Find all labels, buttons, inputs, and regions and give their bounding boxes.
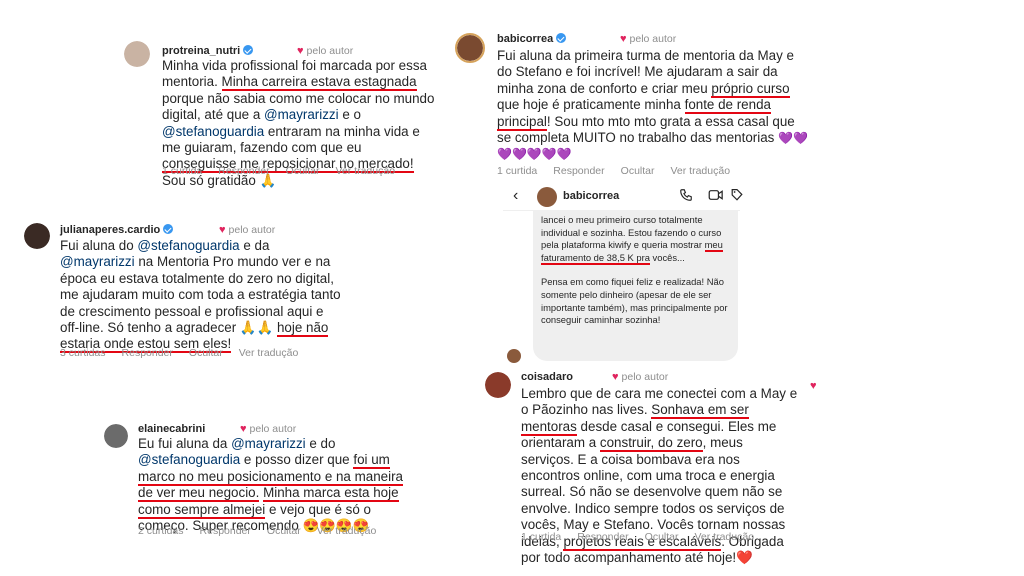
highlight: Minha carreira estava estagnada [221, 74, 417, 92]
username[interactable]: coisadaro [521, 371, 573, 383]
video-icon[interactable] [708, 188, 724, 205]
mention-link[interactable]: @mayrarizzi [231, 436, 306, 451]
hide-button[interactable]: Ocultar [267, 525, 301, 537]
mention-link[interactable]: @stefanoguardia [162, 124, 264, 139]
liked-by-author: ♥ pelo autor [219, 224, 276, 236]
comment-text: Fui aluna da primeira turma de mentoria … [497, 48, 808, 162]
liked-by-author: ♥ pelo autor [240, 423, 297, 435]
like-heart-icon[interactable]: ♥ [810, 380, 817, 392]
mention-link[interactable]: @mayrarizzi [60, 254, 135, 269]
chevron-left-icon[interactable]: ‹ [513, 187, 518, 205]
avatar [507, 349, 521, 363]
highlight: próprio curso [711, 80, 790, 98]
hide-button[interactable]: Ocultar [621, 165, 655, 177]
username[interactable]: elainecabrini [138, 423, 205, 435]
hide-button[interactable]: Ocultar [286, 165, 320, 177]
dm-header: ‹ babicorrea [503, 181, 743, 211]
translate-button[interactable]: Ver tradução [695, 531, 755, 543]
comment-actions: 1 curtida Responder Ocultar Ver tradução [162, 165, 411, 177]
avatar[interactable] [485, 372, 511, 398]
reply-button[interactable]: Responder [553, 165, 604, 177]
hide-button[interactable]: Ocultar [189, 347, 223, 359]
translate-button[interactable]: Ver tradução [317, 525, 377, 537]
liked-by-author: ♥ pelo autor [620, 33, 677, 45]
verified-icon [243, 45, 254, 55]
translate-button[interactable]: Ver tradução [336, 165, 396, 177]
dm-screenshot: ‹ babicorrea lancei o meu primeiro curso… [503, 181, 743, 363]
mention-link[interactable]: @stefanoguardia [137, 238, 239, 253]
dm-message-bubble: lancei o meu primeiro curso totalmente i… [533, 211, 738, 361]
likes-count[interactable]: 3 curtidas [60, 347, 106, 359]
comment-actions: 3 curtidas Responder Ocultar Ver tradução [60, 347, 314, 359]
tag-icon[interactable] [731, 188, 743, 205]
comment-text: Eu fui aluna da @mayrarizzi e do @stefan… [138, 436, 403, 534]
verified-icon [556, 33, 567, 43]
username[interactable]: babicorrea [497, 33, 553, 45]
avatar[interactable] [104, 424, 128, 448]
hide-button[interactable]: Ocultar [645, 531, 679, 543]
dm-message-text: lancei o meu primeiro curso totalmente i… [541, 214, 723, 265]
heart-icon: ♥ [612, 371, 619, 383]
mention-link[interactable]: @stefanoguardia [138, 452, 240, 467]
avatar[interactable] [124, 41, 150, 67]
liked-by-author: ♥ pelo autor [297, 45, 354, 57]
likes-count[interactable]: 2 curtidas [138, 525, 184, 537]
username[interactable]: julianaperes.cardio [60, 224, 160, 236]
dm-message-text: Pensa em como fiquei feliz e realizada! … [541, 276, 728, 326]
phone-icon[interactable] [679, 188, 693, 205]
reply-button[interactable]: Responder [218, 165, 269, 177]
verified-icon [163, 224, 174, 234]
reply-button[interactable]: Responder [577, 531, 628, 543]
mention-link[interactable]: @mayrarizzi [264, 107, 339, 122]
translate-button[interactable]: Ver tradução [239, 347, 299, 359]
highlight: construir, do zero [599, 435, 703, 453]
translate-button[interactable]: Ver tradução [671, 165, 731, 177]
comment-actions: 2 curtidas Responder Ocultar Ver tradução [138, 525, 392, 537]
likes-count[interactable]: 1 curtida [497, 165, 537, 177]
likes-count[interactable]: 1 curtida [162, 165, 202, 177]
heart-icon: ♥ [620, 33, 627, 45]
liked-by-author: ♥ pelo autor [612, 371, 669, 383]
comment-text: Fui aluna do @stefanoguardia e da @mayra… [60, 238, 341, 354]
comment-actions: 1 curtida Responder Ocultar Ver tradução [521, 531, 770, 543]
avatar[interactable] [455, 33, 485, 63]
reply-button[interactable]: Responder [122, 347, 173, 359]
likes-count[interactable]: 1 curtida [521, 531, 561, 543]
heart-icon: ♥ [240, 423, 247, 435]
comment-actions: 1 curtida Responder Ocultar Ver tradução [497, 165, 746, 177]
avatar[interactable] [24, 223, 50, 249]
heart-icon: ♥ [219, 224, 226, 236]
reply-button[interactable]: Responder [200, 525, 251, 537]
dm-username[interactable]: babicorrea [563, 190, 619, 202]
username[interactable]: protreina_nutri [162, 45, 240, 57]
heart-icon: ♥ [297, 45, 304, 57]
avatar[interactable] [537, 187, 557, 207]
